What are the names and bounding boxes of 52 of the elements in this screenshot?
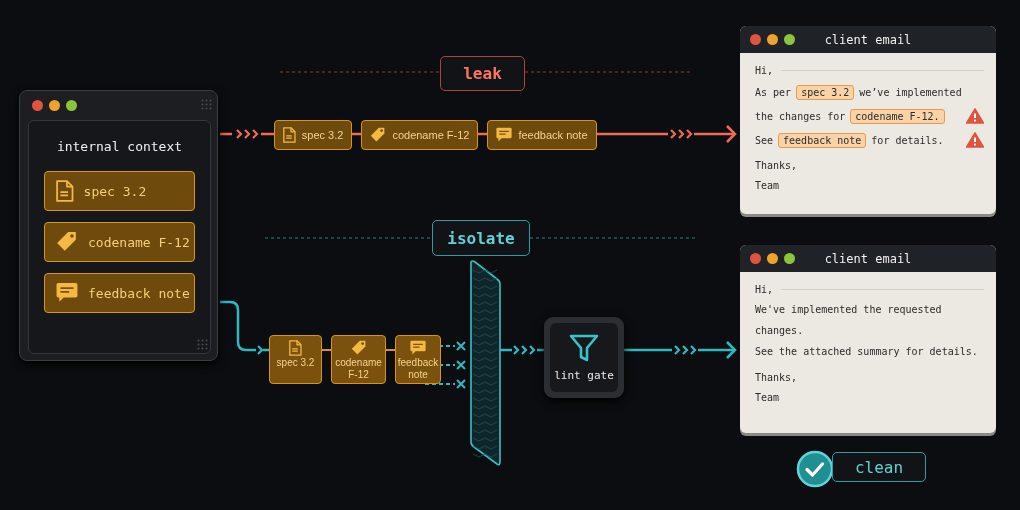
grip-icon	[197, 339, 209, 351]
window-title: client email	[824, 251, 912, 266]
window-title: client email	[824, 32, 912, 47]
panel-heading: internal context	[56, 139, 183, 154]
window-controls[interactable]	[32, 100, 77, 111]
email-text: Team	[755, 179, 781, 193]
email-text: Team	[755, 391, 781, 405]
isolate-label: isolate	[432, 220, 530, 256]
window-controls[interactable]	[750, 253, 795, 264]
blocked-link	[424, 379, 466, 389]
context-item[interactable]: feedback note	[44, 273, 195, 313]
speech-bubble-icon	[56, 282, 78, 304]
context-item[interactable]: codename F-12	[44, 222, 195, 262]
tag-icon	[350, 340, 367, 356]
email-text: the changes for	[755, 110, 846, 122]
email-text: Hi,	[755, 283, 774, 295]
grip-icon	[201, 99, 213, 111]
email-text: we’ve implemented	[859, 86, 962, 98]
tag-icon	[370, 127, 387, 143]
chip-label: feedback note	[518, 129, 588, 141]
chip-label: codename F-12	[392, 129, 470, 141]
tag-icon	[56, 231, 78, 253]
chip-label: spec 3.2	[301, 129, 344, 141]
email-text: Thanks,	[755, 159, 799, 173]
leak-label: leak	[440, 56, 525, 91]
document-icon	[289, 340, 302, 356]
email-text: for details.	[871, 134, 944, 146]
email-text: See the attached summary for details.	[755, 345, 979, 359]
chip-label: spec 3.2	[276, 357, 315, 369]
item-label: spec 3.2	[83, 183, 147, 199]
email-text: See	[755, 134, 774, 146]
email-text: We've implemented the requested changes.	[755, 303, 943, 338]
check-icon	[796, 450, 834, 488]
item-label: feedback note	[88, 285, 190, 301]
window-controls[interactable]	[750, 34, 795, 45]
item-label: codename F-12	[88, 234, 190, 250]
document-icon	[56, 180, 74, 202]
email-text: Thanks,	[755, 371, 799, 385]
email-text: Hi,	[755, 64, 774, 76]
document-icon	[283, 127, 296, 143]
chip-label: feedback note	[397, 357, 439, 381]
email-text: As per	[755, 86, 792, 98]
highlighted-term: codename F-12.	[850, 108, 945, 124]
chip-label: codename F-12	[334, 357, 383, 381]
context-item[interactable]: spec 3.2	[44, 171, 195, 211]
status-label: clean	[832, 452, 926, 482]
highlighted-term: feedback note	[778, 132, 867, 148]
filter-icon	[569, 333, 599, 363]
speech-bubble-icon	[496, 127, 513, 143]
gate-label: lint gate	[554, 369, 614, 382]
highlighted-term: spec 3.2	[796, 84, 855, 100]
speech-bubble-icon	[410, 340, 426, 356]
